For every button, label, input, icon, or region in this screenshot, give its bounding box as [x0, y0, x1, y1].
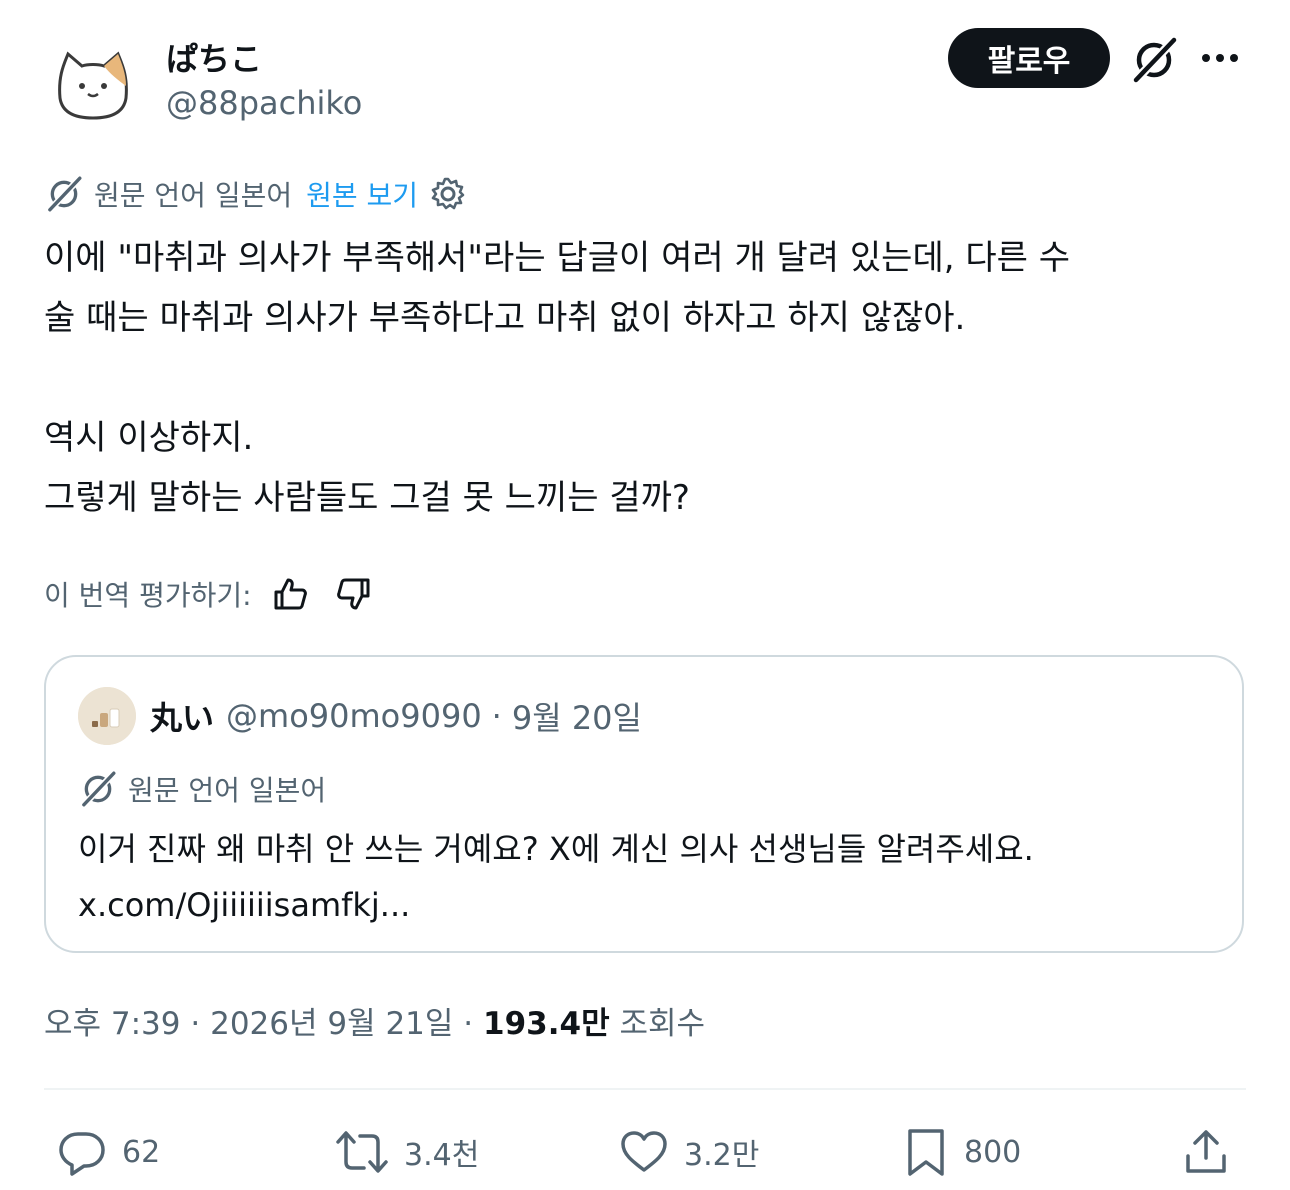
gear-icon[interactable]: [430, 176, 466, 212]
quoted-author-avatar[interactable]: [78, 687, 136, 745]
quoted-text-line: 이거 진짜 왜 마취 안 쓰는 거예요? X에 계신 의사 선생님들 알려주세요…: [78, 830, 1034, 868]
reply-icon: [59, 1132, 105, 1176]
quoted-translation-notice: 원문 언어 일본어: [78, 767, 326, 811]
heart-icon: [621, 1131, 667, 1172]
tweet-text-line: 그렇게 말하는 사람들도 그걸 못 느끼는 걸까?: [44, 478, 690, 518]
thumbs-up-icon[interactable]: [270, 574, 310, 614]
view-count-label: 조회수: [619, 1006, 706, 1042]
cat-avatar-icon: [51, 41, 135, 125]
translation-notice: 원문 언어 일본어 원본 보기: [44, 172, 466, 216]
tweet-time[interactable]: 오후 7:39: [44, 1006, 181, 1042]
bookmark-button[interactable]: 800: [902, 1120, 1021, 1184]
quoted-link: x.com/Ojiiiiiisamfkj...: [78, 886, 411, 924]
quoted-header: 丸い @mo90mo9090 · 9월 20일: [150, 693, 642, 739]
tweet-text-line: 술 때는 마취과 의사가 부족하다고 마취 없이 하자고 하지 않잖아.: [44, 298, 966, 338]
tweet-text: 이에 "마취과 의사가 부족해서"라는 답글이 여러 개 달려 있는데, 다른 …: [44, 228, 1254, 528]
repost-count: 3.4천: [404, 1138, 480, 1173]
quoted-translation-label: 원문 언어 일본어: [128, 774, 327, 807]
separator: ·: [190, 1006, 201, 1042]
tweet-meta: 오후 7:39 · 2026년 9월 21일 · 193.4만 조회수: [44, 998, 705, 1043]
view-count: 193.4만: [483, 1006, 610, 1042]
like-count: 3.2만: [684, 1138, 760, 1173]
grok-icon: [48, 176, 82, 212]
repost-icon: [336, 1131, 388, 1173]
quoted-display-name: 丸い: [150, 699, 215, 737]
separator: ·: [463, 1006, 474, 1042]
view-original-link[interactable]: 원본 보기: [306, 174, 418, 214]
quoted-tweet-text: 이거 진짜 왜 마취 안 쓰는 거예요? X에 계신 의사 선생님들 알려주세요…: [78, 821, 1208, 933]
tweet-date[interactable]: 2026년 9월 21일: [210, 1006, 453, 1042]
divider: [44, 1088, 1246, 1090]
translation-source-label: 원문 언어 일본어: [94, 179, 293, 212]
quoted-date: 9월 20일: [511, 699, 642, 737]
reply-button[interactable]: 62: [56, 1120, 160, 1184]
bookmark-count: 800: [964, 1134, 1022, 1170]
bookmark-icon: [908, 1129, 944, 1176]
follow-button[interactable]: 팔로우: [948, 28, 1110, 88]
grok-icon[interactable]: [1130, 36, 1178, 84]
share-button[interactable]: [1180, 1120, 1246, 1184]
separator: ·: [491, 697, 502, 735]
rate-translation-label: 이 번역 평가하기:: [44, 579, 252, 612]
quoted-tweet-card[interactable]: 丸い @mo90mo9090 · 9월 20일 원문 언어 일본어 이거 진짜 …: [44, 655, 1244, 953]
author-avatar[interactable]: [50, 40, 136, 126]
share-icon: [1186, 1130, 1226, 1173]
rate-translation: 이 번역 평가하기:: [44, 570, 374, 618]
quoted-handle: @mo90mo9090: [226, 697, 482, 735]
tweet-text-line: 역시 이상하지.: [44, 418, 254, 458]
grok-icon: [82, 771, 116, 807]
author-display-name[interactable]: ぱちこ: [166, 34, 262, 80]
more-options-icon[interactable]: [1198, 46, 1246, 70]
tweet-text-line: 이에 "마취과 의사가 부족해서"라는 답글이 여러 개 달려 있는데, 다른 …: [44, 238, 1070, 278]
author-handle[interactable]: @88pachiko: [166, 84, 362, 122]
reply-count: 62: [122, 1134, 161, 1170]
repost-button[interactable]: 3.4천: [334, 1120, 479, 1184]
thumbs-down-icon[interactable]: [334, 574, 374, 614]
like-button[interactable]: 3.2만: [618, 1120, 759, 1184]
